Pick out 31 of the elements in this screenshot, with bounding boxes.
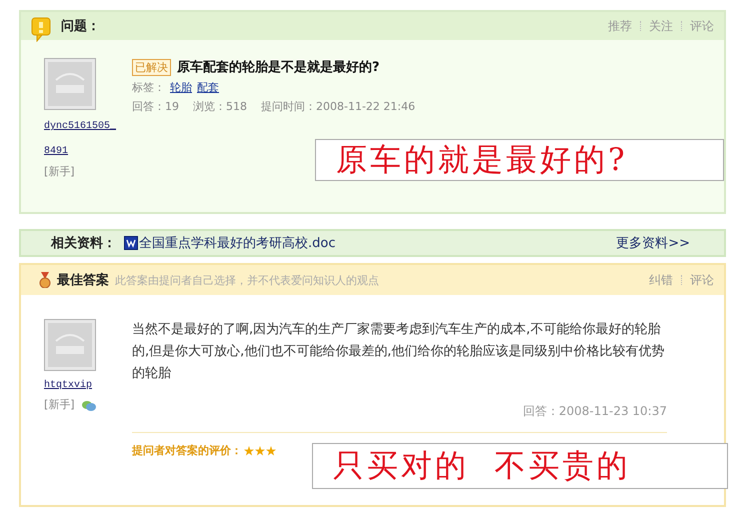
star-icon xyxy=(255,446,265,456)
section-title: 问题： xyxy=(61,18,100,35)
username-link[interactable]: dync5161505_8491 xyxy=(44,114,118,164)
section-title: 最佳答案 xyxy=(57,272,109,289)
meta-text: 回答：19 xyxy=(132,99,179,114)
star-icon xyxy=(244,446,254,456)
tag-link[interactable]: 配套 xyxy=(197,80,219,95)
document-icon xyxy=(124,236,138,250)
rating-label: 提问者对答案的评价： xyxy=(132,443,242,458)
avatar-icon xyxy=(44,319,96,371)
status-badge: 已解决 xyxy=(132,58,171,76)
user-rank: [新手] xyxy=(44,397,75,412)
medal-icon xyxy=(39,272,51,288)
answer-text: 当然不是最好的了啊,因为汽车的生产厂家需要考虑到汽车生产的成本,不可能给你最好的轮胎的,但是你大可放心,他们也不可能给你最差的,他们给你的轮胎应该是同级别中价格比较有优势的轮胎 xyxy=(132,321,666,383)
user-rank: [新手] xyxy=(44,164,75,179)
document-link[interactable]: 全国重点学科最好的考研高校.doc xyxy=(139,234,336,252)
chat-icon xyxy=(80,398,96,410)
related-label: 相关资料： xyxy=(51,234,116,252)
answer-time: 回答：2008-11-23 10:37 xyxy=(132,403,667,433)
more-link[interactable]: 更多资料>> xyxy=(616,234,690,252)
tags-label: 标签： xyxy=(132,80,165,95)
question-title: 原车配套的轮胎是不是就是最好的? xyxy=(177,58,380,76)
answer-note: 此答案由提问者自己选择，并不代表爱问知识人的观点 xyxy=(115,272,379,288)
meta-text: 浏览：518 xyxy=(193,99,247,114)
avatar-icon xyxy=(44,58,96,110)
username-link[interactable]: htqtxvip xyxy=(44,375,118,397)
callout-text: 原车的就是最好的? xyxy=(315,139,724,181)
star-icon xyxy=(266,446,276,456)
callout-text: 只买对的 不买贵的 xyxy=(312,443,728,489)
meta-text: 提问时间：2008-11-22 21:46 xyxy=(261,99,416,114)
tag-link[interactable]: 轮胎 xyxy=(170,80,192,95)
